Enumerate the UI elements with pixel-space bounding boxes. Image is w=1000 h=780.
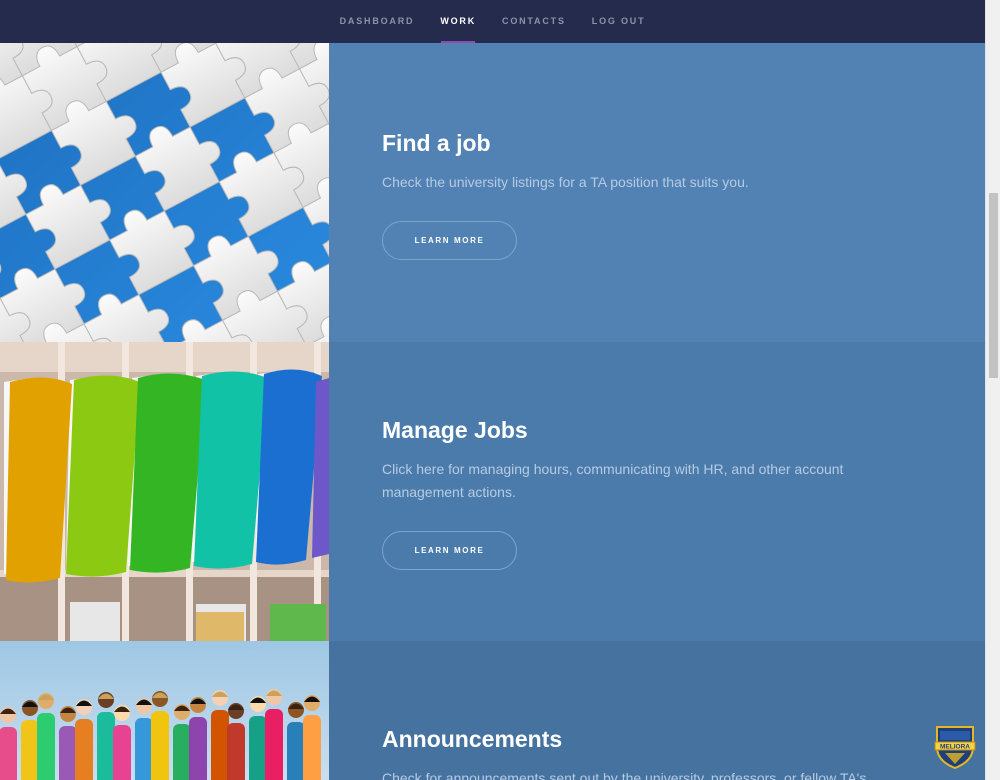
person-body xyxy=(173,724,191,780)
person-body xyxy=(21,720,39,780)
university-seal-logo: MELIORA xyxy=(931,725,979,770)
find-a-job-title: Find a job xyxy=(382,130,491,156)
person-body xyxy=(227,723,245,780)
announcements-section: Announcements Check for announcements se… xyxy=(0,641,985,780)
nav-dashboard-link[interactable]: DASHBOARD xyxy=(327,0,428,43)
nav-list: DASHBOARD WORK CONTACTS LOG OUT xyxy=(0,0,985,43)
person-body xyxy=(189,717,207,780)
colorful-folders-image xyxy=(0,342,329,641)
manage-jobs-title: Manage Jobs xyxy=(382,417,528,443)
person-body xyxy=(59,726,77,780)
scrollbar-thumb[interactable] xyxy=(989,193,998,378)
manage-jobs-content: Manage Jobs Click here for managing hour… xyxy=(382,416,912,570)
find-a-job-section: Find a job Check the university listings… xyxy=(0,43,985,342)
person-body xyxy=(97,712,115,780)
page: DASHBOARD WORK CONTACTS LOG OUT Find a j… xyxy=(0,0,985,780)
announcements-title: Announcements xyxy=(382,726,563,752)
group-of-students-image xyxy=(0,641,329,780)
find-a-job-description: Check the university listings for a TA p… xyxy=(382,174,749,190)
manage-jobs-learn-more-button[interactable]: LEARN MORE xyxy=(382,531,517,570)
person-body xyxy=(249,716,267,780)
nav-logout-link[interactable]: LOG OUT xyxy=(579,0,659,43)
person-body xyxy=(0,727,17,780)
person-body xyxy=(113,725,131,780)
find-a-job-learn-more-button[interactable]: LEARN MORE xyxy=(382,221,517,260)
person-body xyxy=(265,709,283,780)
person-body xyxy=(151,711,169,780)
person-body xyxy=(287,722,305,780)
find-a-job-content: Find a job Check the university listings… xyxy=(382,129,912,260)
person-body xyxy=(37,713,55,780)
person-body xyxy=(211,710,229,780)
announcements-content: Announcements Check for announcements se… xyxy=(382,725,912,780)
nav-contacts-link[interactable]: CONTACTS xyxy=(489,0,579,43)
person-body xyxy=(135,718,153,780)
seal-motto-text: MELIORA xyxy=(940,744,970,751)
person-body xyxy=(75,719,93,780)
top-navigation: DASHBOARD WORK CONTACTS LOG OUT xyxy=(0,0,985,43)
manage-jobs-section: Manage Jobs Click here for managing hour… xyxy=(0,342,985,641)
nav-work-link[interactable]: WORK xyxy=(427,0,489,43)
vertical-scrollbar[interactable] xyxy=(985,0,1000,780)
manage-jobs-description: Click here for managing hours, communica… xyxy=(382,461,844,500)
person-body xyxy=(303,715,321,780)
puzzle-pieces-image xyxy=(0,43,329,342)
announcements-description: Check for announcements sent out by the … xyxy=(382,770,871,780)
